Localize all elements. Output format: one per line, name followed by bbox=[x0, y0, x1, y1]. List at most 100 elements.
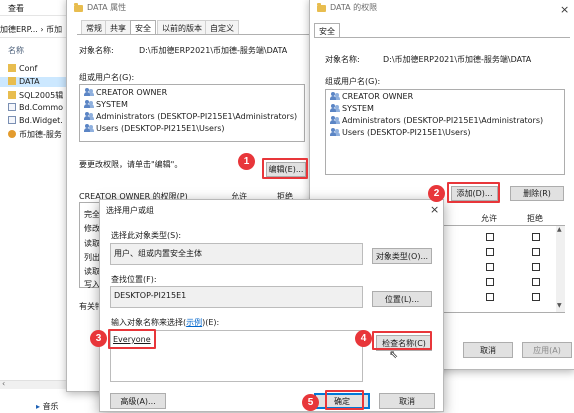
tab-sharing[interactable]: 共享 bbox=[105, 20, 131, 34]
explorer-item-conf[interactable]: Conf bbox=[8, 64, 37, 74]
close-icon[interactable]: × bbox=[430, 204, 439, 215]
allow-checkbox[interactable] bbox=[486, 248, 494, 256]
highlight-name-input bbox=[108, 329, 156, 349]
list-item[interactable]: CREATOR OWNER bbox=[84, 88, 167, 97]
deny-checkbox[interactable] bbox=[532, 293, 540, 301]
explorer-hscrollbar[interactable] bbox=[0, 380, 66, 389]
group-users-list[interactable]: CREATOR OWNER SYSTEM Administrators (DES… bbox=[79, 84, 305, 142]
users-icon bbox=[84, 88, 94, 96]
group-users-label: 组或用户名(G): bbox=[325, 77, 381, 86]
deny-column-header: 拒绝 bbox=[527, 214, 543, 223]
deny-checkbox[interactable] bbox=[532, 233, 540, 241]
allow-checkbox[interactable] bbox=[486, 263, 494, 271]
deny-checkbox[interactable] bbox=[532, 263, 540, 271]
list-item[interactable]: SYSTEM bbox=[84, 100, 128, 109]
object-type-field: 用户、组或内置安全主体 bbox=[110, 243, 363, 265]
object-type-label: 选择此对象类型(S): bbox=[111, 231, 182, 240]
list-item: 写入 bbox=[84, 280, 100, 289]
allow-column-header: 允许 bbox=[481, 214, 497, 223]
remove-button[interactable]: 删除(R) bbox=[510, 186, 564, 201]
tab-general[interactable]: 常规 bbox=[81, 20, 107, 34]
examples-link[interactable]: 示例 bbox=[186, 318, 202, 327]
users-icon bbox=[330, 104, 340, 112]
group-users-label: 组或用户名(G): bbox=[79, 73, 135, 82]
scroll-left-icon[interactable]: ‹ bbox=[2, 379, 5, 388]
list-vscrollbar[interactable] bbox=[556, 226, 565, 312]
object-name-value: D:\币加德ERP2021\币加德-服务端\DATA bbox=[139, 46, 288, 55]
explorer-ribbon-divider bbox=[0, 15, 70, 16]
explorer-bottom-item[interactable]: ▸ 音乐 bbox=[36, 401, 59, 412]
list-item[interactable]: Administrators (DESKTOP-PI215E1\Administ… bbox=[84, 112, 297, 121]
highlight-ok-button bbox=[325, 390, 364, 410]
properties-title: DATA 属性 bbox=[87, 3, 127, 12]
app-icon bbox=[8, 130, 16, 138]
advanced-button[interactable]: 高级(A)... bbox=[110, 393, 166, 409]
deny-checkbox[interactable] bbox=[532, 278, 540, 286]
explorer-item-sql[interactable]: SQL2005辑 bbox=[8, 90, 63, 100]
step-badge-4: 4 bbox=[355, 330, 372, 347]
close-icon[interactable]: × bbox=[560, 4, 569, 15]
explorer-item-service[interactable]: 币加德-服务 bbox=[8, 129, 62, 139]
list-item: 修改 bbox=[84, 224, 100, 233]
file-icon bbox=[8, 103, 16, 111]
tab-previous-versions[interactable]: 以前的版本 bbox=[157, 20, 207, 34]
explorer-item-data[interactable]: DATA bbox=[0, 77, 66, 87]
group-users-list[interactable]: CREATOR OWNER SYSTEM Administrators (DES… bbox=[325, 89, 565, 175]
object-name-label: 对象名称: bbox=[325, 55, 360, 64]
object-name-label: 对象名称: bbox=[79, 46, 114, 55]
tab-strip-line bbox=[77, 34, 313, 35]
allow-checkbox[interactable] bbox=[486, 233, 494, 241]
cancel-button[interactable]: 取消 bbox=[463, 342, 513, 358]
users-icon bbox=[330, 128, 340, 136]
locations-button[interactable]: 位置(L)... bbox=[372, 291, 432, 307]
deny-checkbox[interactable] bbox=[532, 248, 540, 256]
explorer-menu-view[interactable]: 查看 bbox=[8, 3, 24, 14]
explorer-item-bd-widget[interactable]: Bd.Widget. bbox=[8, 116, 63, 126]
cancel-button[interactable]: 取消 bbox=[379, 393, 435, 409]
select-users-title: 选择用户或组 bbox=[106, 206, 154, 215]
step-badge-1: 1 bbox=[238, 153, 255, 170]
step-badge-3: 3 bbox=[90, 330, 107, 347]
tab-security[interactable]: 安全 bbox=[314, 23, 340, 38]
explorer-breadcrumb[interactable]: 加德ERP... › 币加 bbox=[0, 24, 66, 35]
step-badge-2: 2 bbox=[428, 185, 445, 202]
explorer-file-list: Conf DATA SQL2005辑 Bd.Commo Bd.Widget. 币… bbox=[0, 62, 66, 152]
explorer-breadcrumb-divider bbox=[0, 37, 66, 38]
highlight-edit-button bbox=[262, 158, 308, 179]
change-permissions-hint: 要更改权限，请单击"编辑"。 bbox=[79, 160, 183, 169]
list-item: 读取 bbox=[84, 267, 100, 276]
step-badge-5: 5 bbox=[302, 394, 319, 411]
users-icon bbox=[330, 92, 340, 100]
chevron-right-icon: ▸ bbox=[36, 402, 41, 411]
object-name-value: D:\币加德ERP2021\币加德-服务端\DATA bbox=[383, 55, 532, 64]
explorer-column-name[interactable]: 名称 bbox=[8, 45, 24, 56]
users-icon bbox=[84, 124, 94, 132]
folder-icon bbox=[8, 64, 16, 72]
users-icon bbox=[84, 112, 94, 120]
explorer-item-bd-commo[interactable]: Bd.Commo bbox=[8, 103, 63, 113]
scroll-down-icon[interactable]: ▼ bbox=[557, 302, 562, 309]
apply-button[interactable]: 应用(A) bbox=[522, 342, 572, 358]
list-item[interactable]: Users (DESKTOP-PI215E1\Users) bbox=[84, 124, 225, 133]
folder-icon bbox=[74, 3, 83, 12]
object-types-button[interactable]: 对象类型(O)... bbox=[372, 248, 432, 264]
allow-checkbox[interactable] bbox=[486, 293, 494, 301]
folder-icon bbox=[8, 77, 16, 85]
list-item[interactable]: SYSTEM bbox=[330, 104, 374, 113]
properties-titlebar: DATA 属性 bbox=[67, 0, 319, 17]
highlight-add-button bbox=[447, 182, 500, 203]
location-label: 查找位置(F): bbox=[111, 275, 157, 284]
tab-customize[interactable]: 自定义 bbox=[205, 20, 239, 34]
permissions-title: DATA 的权限 bbox=[330, 3, 378, 12]
list-item[interactable]: CREATOR OWNER bbox=[330, 92, 413, 101]
list-item[interactable]: Users (DESKTOP-PI215E1\Users) bbox=[330, 128, 471, 137]
users-icon bbox=[330, 116, 340, 124]
folder-icon bbox=[8, 91, 16, 99]
folder-icon bbox=[317, 3, 326, 12]
highlight-check-names bbox=[372, 331, 432, 350]
scroll-up-icon[interactable]: ▲ bbox=[557, 226, 562, 233]
tab-security[interactable]: 安全 bbox=[130, 20, 156, 35]
file-icon bbox=[8, 116, 16, 124]
list-item[interactable]: Administrators (DESKTOP-PI215E1\Administ… bbox=[330, 116, 543, 125]
allow-checkbox[interactable] bbox=[486, 278, 494, 286]
